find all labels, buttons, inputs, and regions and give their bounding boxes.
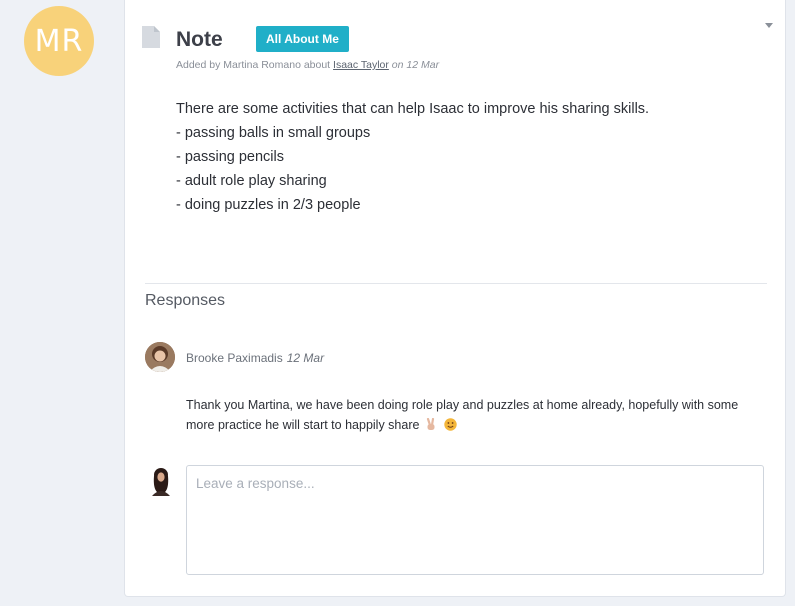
response-author: Brooke Paximadis 12 Mar [186, 351, 324, 365]
note-body: There are some activities that can help … [176, 97, 756, 217]
author-avatar: MR [24, 6, 94, 76]
category-tag[interactable]: All About Me [256, 26, 349, 52]
note-card: Note All About Me Added by Martina Roman… [124, 0, 786, 597]
note-meta: Added by Martina Romano about Isaac Tayl… [176, 59, 439, 71]
meta-date: on 12 Mar [391, 59, 440, 71]
document-icon [142, 26, 160, 48]
response-input[interactable] [186, 465, 764, 575]
response-text: Thank you Martina, we have been doing ro… [186, 398, 739, 432]
note-title: Note [176, 28, 223, 51]
note-line: - passing pencils [176, 149, 284, 165]
child-link[interactable]: Isaac Taylor [333, 59, 389, 71]
response-body: Thank you Martina, we have been doing ro… [186, 395, 746, 435]
avatar [145, 342, 175, 372]
divider [145, 283, 767, 284]
chevron-down-icon[interactable] [765, 23, 773, 28]
response-date: 12 Mar [286, 351, 325, 365]
note-line: - passing balls in small groups [176, 125, 371, 141]
meta-prefix: Added by Martina Romano about [176, 59, 331, 71]
responses-heading: Responses [145, 292, 226, 309]
note-line: - doing puzzles in 2/3 people [176, 197, 361, 213]
victory-hand-icon [426, 418, 435, 430]
note-line: There are some activities that can help … [176, 101, 650, 117]
smiley-icon [444, 418, 458, 431]
current-user-avatar [152, 468, 170, 496]
response-author-name: Brooke Paximadis [186, 351, 283, 365]
note-line: - adult role play sharing [176, 173, 327, 189]
